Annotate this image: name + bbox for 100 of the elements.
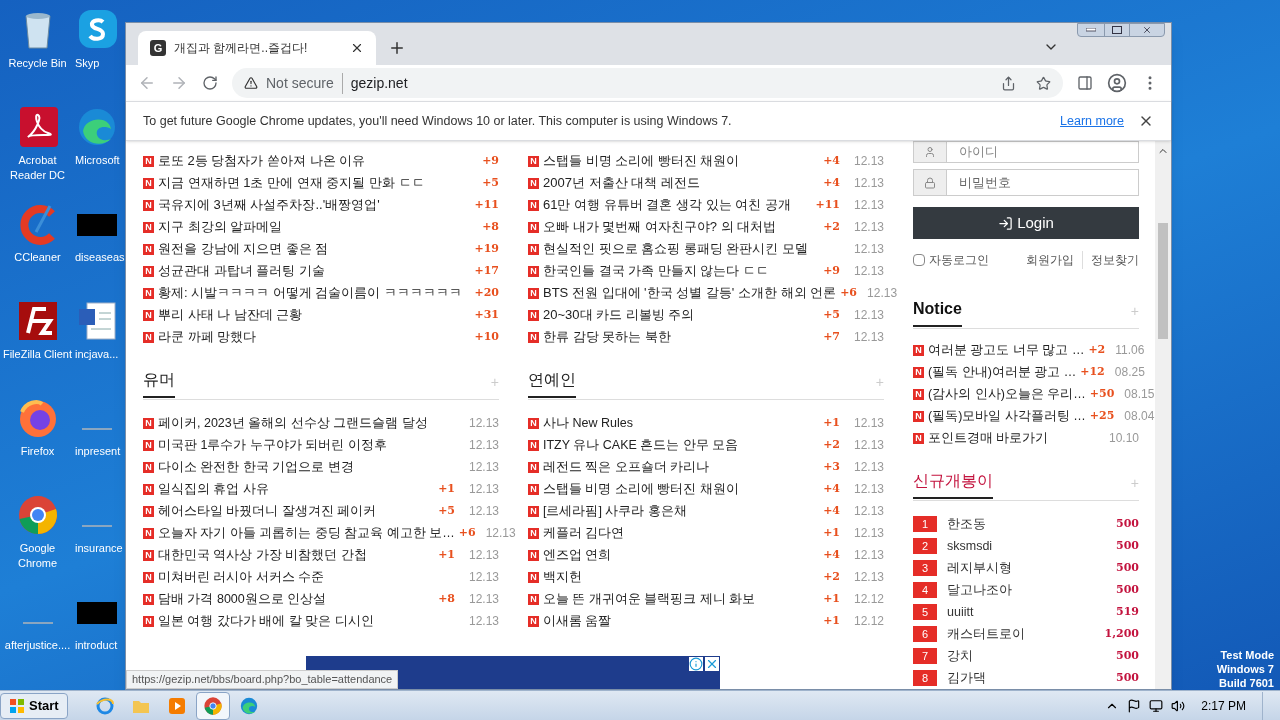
comment-count: +2	[1088, 341, 1106, 358]
close-icon[interactable]	[350, 41, 364, 55]
section-title[interactable]: Notice	[913, 297, 962, 327]
post-title[interactable]: 대한민국 역사상 가장 비참했던 간첩	[158, 545, 435, 565]
post-title[interactable]: 스탭들 비명 소리에 빵터진 채원이	[543, 151, 820, 171]
ad-close-icon[interactable]	[705, 657, 719, 671]
ad-info-icon[interactable]	[689, 657, 703, 671]
post-title[interactable]: 오빠 내가 몇번째 여자친구야? 의 대처법	[543, 217, 820, 237]
post-title[interactable]: 일본 여행 갔다가 배에 칼 맞은 디시인	[158, 611, 455, 631]
reload-icon[interactable]	[202, 75, 218, 91]
post-title[interactable]: 20~30대 카드 리볼빙 주의	[543, 305, 820, 325]
post-title[interactable]: 한류 감당 못하는 북한	[543, 327, 820, 347]
member-name[interactable]: sksmsdi	[947, 536, 1107, 556]
desktop-icon-label[interactable]: afterjustice....	[4, 638, 71, 653]
post-title[interactable]: 여러분 광고도 너무 많고 …	[928, 340, 1085, 360]
post-title[interactable]: 원전을 강남에 지으면 좋은 점	[158, 239, 471, 259]
password-field[interactable]: 비밀번호	[947, 169, 1139, 197]
post-title[interactable]: ITZY 유나 CAKE 흔드는 안무 모음	[543, 435, 820, 455]
id-field[interactable]: 아이디	[947, 141, 1139, 164]
desktop-icon-label[interactable]: Recycle Bin	[8, 56, 67, 71]
post-title[interactable]: (감사의 인사)오늘은 우리…	[928, 384, 1086, 404]
clock[interactable]: 2:17 PM	[1193, 696, 1254, 715]
new-tab-icon[interactable]	[388, 39, 406, 57]
section-title[interactable]: 신규개봉이	[913, 469, 993, 499]
post-title[interactable]: 지금 연재하면 1초 만에 연재 중지될 만화 ㄷㄷ	[158, 173, 479, 193]
member-name[interactable]: 캐스터트로이	[947, 624, 1095, 644]
member-name[interactable]: 한조동	[947, 514, 1107, 534]
post-title[interactable]: 백지헌	[543, 567, 820, 587]
post-title[interactable]: 국유지에 3년째 사설주차장..'배짱영업'	[158, 195, 471, 215]
maximize-icon[interactable]	[1112, 26, 1122, 34]
profile-icon[interactable]	[1107, 73, 1127, 93]
post-title[interactable]: (필독 안내)여러분 광고 …	[928, 362, 1077, 382]
post-title[interactable]: 오늘 뜬 개귀여운 블랙핑크 제니 화보	[543, 589, 820, 609]
side-panel-icon[interactable]	[1077, 75, 1093, 91]
close-icon[interactable]	[1142, 25, 1152, 35]
post-title[interactable]: 황제: 시발ㅋㅋㅋㅋ 어떻게 검술이름이 ㅋㅋㅋㅋㅋㅋ	[158, 283, 471, 303]
network-icon[interactable]	[1149, 698, 1164, 713]
browser-tab[interactable]: G 개집과 함께라면..즐겁다!	[138, 31, 376, 65]
post-title[interactable]: (필독)모바일 사각플러팅 …	[928, 406, 1086, 426]
start-button[interactable]: Start	[0, 692, 68, 719]
post-title[interactable]: BTS 전원 입대에 '한국 성별 갈등' 소개한 해외 언론	[543, 283, 837, 303]
desktop-icon-label[interactable]: Google Chrome	[1, 541, 74, 571]
post-title[interactable]: 포인트경매 바로가기	[928, 428, 1095, 448]
post-title[interactable]: 다이소 완전한 한국 기업으로 변경	[158, 457, 455, 477]
post-title[interactable]: 엔즈업 연희	[543, 545, 820, 565]
post-title[interactable]: 로또 2등 당첨자가 쏟아져 나온 이유	[158, 151, 479, 171]
desktop-icon-label[interactable]: Skyp	[75, 56, 100, 71]
desktop-icon-label[interactable]: Microsoft	[75, 153, 120, 168]
member-name[interactable]: 레지부시형	[947, 558, 1107, 578]
post-title[interactable]: [르세라핌] 사쿠라 홍은채	[543, 501, 820, 521]
member-name[interactable]: 달고나조아	[947, 580, 1107, 600]
post-title[interactable]: 스탭들 비명 소리에 빵터진 채원이	[543, 479, 820, 499]
account-link[interactable]: 정보찾기	[1082, 251, 1139, 269]
post-title[interactable]: 현실적인 핏으로 홈쇼핑 롱패딩 완판시킨 모델	[543, 239, 840, 259]
action-center-icon[interactable]	[1127, 698, 1142, 713]
desktop-icon-label[interactable]: incjava...	[75, 347, 119, 362]
post-title[interactable]: 한국인들 결국 가족 만들지 않는다 ㄷㄷ	[543, 261, 820, 281]
login-button[interactable]: Login	[913, 207, 1139, 239]
section-title[interactable]: 유머	[143, 368, 175, 398]
bookmark-star-icon[interactable]	[1036, 75, 1051, 91]
desktop-icon-label[interactable]: inpresent	[75, 444, 121, 459]
learn-more-link[interactable]: Learn more	[1060, 111, 1124, 131]
member-name[interactable]: uuiitt	[947, 602, 1107, 622]
post-title[interactable]: 일식집의 휴업 사유	[158, 479, 435, 499]
desktop-icon-label[interactable]: Firefox	[20, 444, 55, 459]
section-title[interactable]: 연예인	[528, 368, 576, 398]
account-link[interactable]: 회원가입	[1018, 251, 1082, 269]
post-title[interactable]: 뿌리 사태 나 남잔데 근황	[158, 305, 471, 325]
window-controls[interactable]	[1077, 23, 1165, 37]
post-title[interactable]: 성균관대 과탑녀 플러팅 기술	[158, 261, 471, 281]
desktop-icon-label[interactable]: CCleaner	[14, 250, 61, 265]
scrollbar[interactable]	[1155, 141, 1171, 689]
post-title[interactable]: 미쳐버린 러시아 서커스 수준	[158, 567, 455, 587]
post-title[interactable]: 사나 New Rules	[543, 413, 820, 433]
volume-icon[interactable]	[1171, 698, 1186, 713]
post-title[interactable]: 미국판 1루수가 누구야가 되버린 이정후	[158, 435, 455, 455]
post-title[interactable]: 2007년 저출산 대책 레전드	[543, 173, 820, 193]
scrollbar-thumb[interactable]	[1158, 223, 1168, 339]
post-title[interactable]: 헤어스타일 바꿨더니 잘생겨진 페이커	[158, 501, 435, 521]
address-bar[interactable]: Not secure gezip.net	[232, 68, 1063, 98]
post-title[interactable]: 지구 최강의 알파메일	[158, 217, 479, 237]
post-title[interactable]: 담배 가격 8000원으로 인상설	[158, 589, 435, 609]
minimize-icon[interactable]	[1086, 28, 1096, 32]
post-title[interactable]: 이새롬 움짤	[543, 611, 820, 631]
post-title[interactable]: 레전드 찍은 오프숄더 카리나	[543, 457, 820, 477]
member-name[interactable]: 김가댁	[947, 668, 1107, 688]
desktop-icon-label[interactable]: introduct	[75, 638, 118, 653]
desktop-icon-label[interactable]: Acrobat Reader DC	[1, 153, 74, 183]
share-icon[interactable]	[1001, 75, 1016, 91]
post-title[interactable]: 케플러 김다연	[543, 523, 820, 543]
post-title[interactable]: 페이커, 2023년 올해의 선수상 그랜드슬램 달성	[158, 413, 455, 433]
post-title[interactable]: 오늘자 자기 아들 괴롭히는 중딩 참교육 예고한 보…	[158, 523, 455, 543]
post-title[interactable]: 61만 여행 유튜버 결혼 생각 있는 여친 공개	[543, 195, 812, 215]
auto-login-checkbox[interactable]: 자동로그인	[913, 251, 989, 269]
desktop-icon-label[interactable]: insurance	[75, 541, 123, 556]
desktop-icon-label[interactable]: diseaseas	[75, 250, 125, 265]
member-name[interactable]: 강치	[947, 646, 1107, 666]
post-title[interactable]: 라쿤 까페 망했다	[158, 327, 471, 347]
desktop-icon-label[interactable]: FileZilla Client	[2, 347, 73, 362]
taskbar-app-button[interactable]	[195, 691, 230, 720]
